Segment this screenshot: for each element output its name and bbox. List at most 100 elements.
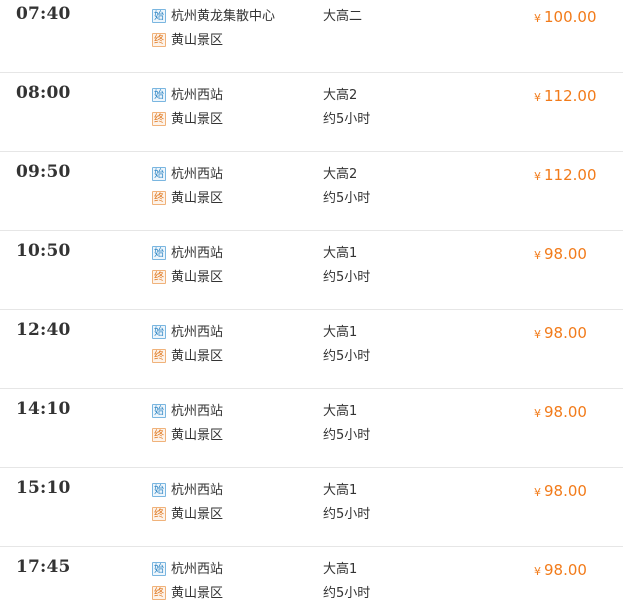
end-station-name: 黄山景区 [171, 428, 224, 443]
ticket-price: ¥100.00 [534, 7, 597, 29]
departure-time: 07:40 [16, 4, 71, 24]
start-station: 始杭州西站 [152, 245, 223, 263]
bus-type: 大高2 [323, 88, 358, 103]
currency-symbol: ¥ [534, 249, 541, 262]
start-badge-icon: 始 [152, 403, 166, 418]
start-badge-icon: 始 [152, 561, 166, 576]
end-station-name: 黄山景区 [171, 507, 224, 522]
end-badge-icon: 终 [152, 506, 166, 521]
currency-symbol: ¥ [534, 328, 541, 341]
currency-symbol: ¥ [534, 486, 541, 499]
currency-symbol: ¥ [534, 12, 541, 25]
price-amount: 98.00 [544, 403, 587, 421]
end-badge-icon: 终 [152, 190, 166, 205]
ticket-price: ¥98.00 [534, 481, 587, 503]
schedule-list: 07:40 始杭州黄龙集散中心 终黄山景区 大高二 ¥100.00 08:00 … [0, 0, 623, 614]
trip-duration: 约5小时 [323, 349, 371, 364]
end-station-name: 黄山景区 [171, 33, 224, 48]
end-badge-icon: 终 [152, 585, 166, 600]
end-station: 终黄山景区 [152, 269, 223, 287]
start-station: 始杭州西站 [152, 324, 223, 342]
ticket-price: ¥98.00 [534, 244, 587, 266]
trip-duration: 约5小时 [323, 112, 371, 127]
start-station-name: 杭州西站 [171, 325, 224, 340]
end-station: 终黄山景区 [152, 427, 223, 445]
start-station: 始杭州西站 [152, 403, 223, 421]
price-amount: 98.00 [544, 561, 587, 579]
bus-type: 大高2 [323, 167, 358, 182]
bus-type: 大高1 [323, 562, 358, 577]
start-station-name: 杭州西站 [171, 483, 224, 498]
start-station-name: 杭州西站 [171, 246, 224, 261]
end-badge-icon: 终 [152, 269, 166, 284]
currency-symbol: ¥ [534, 91, 541, 104]
ticket-price: ¥98.00 [534, 323, 587, 345]
start-station: 始杭州西站 [152, 482, 223, 500]
start-badge-icon: 始 [152, 324, 166, 339]
trip-duration: 约5小时 [323, 428, 371, 443]
schedule-row[interactable]: 10:50 始杭州西站 终黄山景区 大高1 约5小时 ¥98.00 [0, 231, 623, 310]
start-station-name: 杭州西站 [171, 88, 224, 103]
start-badge-icon: 始 [152, 87, 166, 102]
ticket-price: ¥98.00 [534, 402, 587, 424]
schedule-row[interactable]: 12:40 始杭州西站 终黄山景区 大高1 约5小时 ¥98.00 [0, 310, 623, 389]
end-station: 终黄山景区 [152, 585, 223, 603]
trip-duration: 约5小时 [323, 586, 371, 601]
schedule-row[interactable]: 14:10 始杭州西站 终黄山景区 大高1 约5小时 ¥98.00 [0, 389, 623, 468]
start-station: 始杭州西站 [152, 87, 223, 105]
start-badge-icon: 始 [152, 245, 166, 260]
end-station-name: 黄山景区 [171, 191, 224, 206]
end-station-name: 黄山景区 [171, 349, 224, 364]
ticket-price: ¥112.00 [534, 86, 597, 108]
end-station: 终黄山景区 [152, 32, 223, 50]
start-badge-icon: 始 [152, 166, 166, 181]
price-amount: 100.00 [544, 8, 597, 26]
end-badge-icon: 终 [152, 32, 166, 47]
start-badge-icon: 始 [152, 482, 166, 497]
schedule-row[interactable]: 09:50 始杭州西站 终黄山景区 大高2 约5小时 ¥112.00 [0, 152, 623, 231]
schedule-row[interactable]: 17:45 始杭州西站 终黄山景区 大高1 约5小时 ¥98.00 [0, 547, 623, 614]
trip-duration: 约5小时 [323, 507, 371, 522]
currency-symbol: ¥ [534, 170, 541, 183]
departure-time: 15:10 [16, 478, 71, 498]
schedule-row[interactable]: 08:00 始杭州西站 终黄山景区 大高2 约5小时 ¥112.00 [0, 73, 623, 152]
end-station: 终黄山景区 [152, 190, 223, 208]
end-station-name: 黄山景区 [171, 112, 224, 127]
start-station: 始杭州西站 [152, 561, 223, 579]
trip-duration: 约5小时 [323, 191, 371, 206]
bus-type: 大高1 [323, 325, 358, 340]
start-station-name: 杭州西站 [171, 167, 224, 182]
bus-type: 大高1 [323, 483, 358, 498]
price-amount: 112.00 [544, 87, 597, 105]
ticket-price: ¥112.00 [534, 165, 597, 187]
currency-symbol: ¥ [534, 407, 541, 420]
schedule-row[interactable]: 15:10 始杭州西站 终黄山景区 大高1 约5小时 ¥98.00 [0, 468, 623, 547]
bus-type: 大高二 [323, 9, 363, 24]
bus-type: 大高1 [323, 404, 358, 419]
start-station-name: 杭州黄龙集散中心 [171, 9, 276, 24]
end-badge-icon: 终 [152, 427, 166, 442]
start-station-name: 杭州西站 [171, 562, 224, 577]
start-station-name: 杭州西站 [171, 404, 224, 419]
price-amount: 98.00 [544, 482, 587, 500]
start-badge-icon: 始 [152, 8, 166, 23]
price-amount: 98.00 [544, 245, 587, 263]
end-station: 终黄山景区 [152, 506, 223, 524]
end-station: 终黄山景区 [152, 348, 223, 366]
price-amount: 112.00 [544, 166, 597, 184]
currency-symbol: ¥ [534, 565, 541, 578]
start-station: 始杭州黄龙集散中心 [152, 8, 275, 26]
trip-duration: 约5小时 [323, 270, 371, 285]
end-station-name: 黄山景区 [171, 270, 224, 285]
departure-time: 10:50 [16, 241, 71, 261]
price-amount: 98.00 [544, 324, 587, 342]
end-badge-icon: 终 [152, 348, 166, 363]
schedule-row[interactable]: 07:40 始杭州黄龙集散中心 终黄山景区 大高二 ¥100.00 [0, 0, 623, 73]
ticket-price: ¥98.00 [534, 560, 587, 582]
departure-time: 09:50 [16, 162, 71, 182]
departure-time: 12:40 [16, 320, 71, 340]
bus-type: 大高1 [323, 246, 358, 261]
end-station: 终黄山景区 [152, 111, 223, 129]
start-station: 始杭州西站 [152, 166, 223, 184]
departure-time: 14:10 [16, 399, 71, 419]
